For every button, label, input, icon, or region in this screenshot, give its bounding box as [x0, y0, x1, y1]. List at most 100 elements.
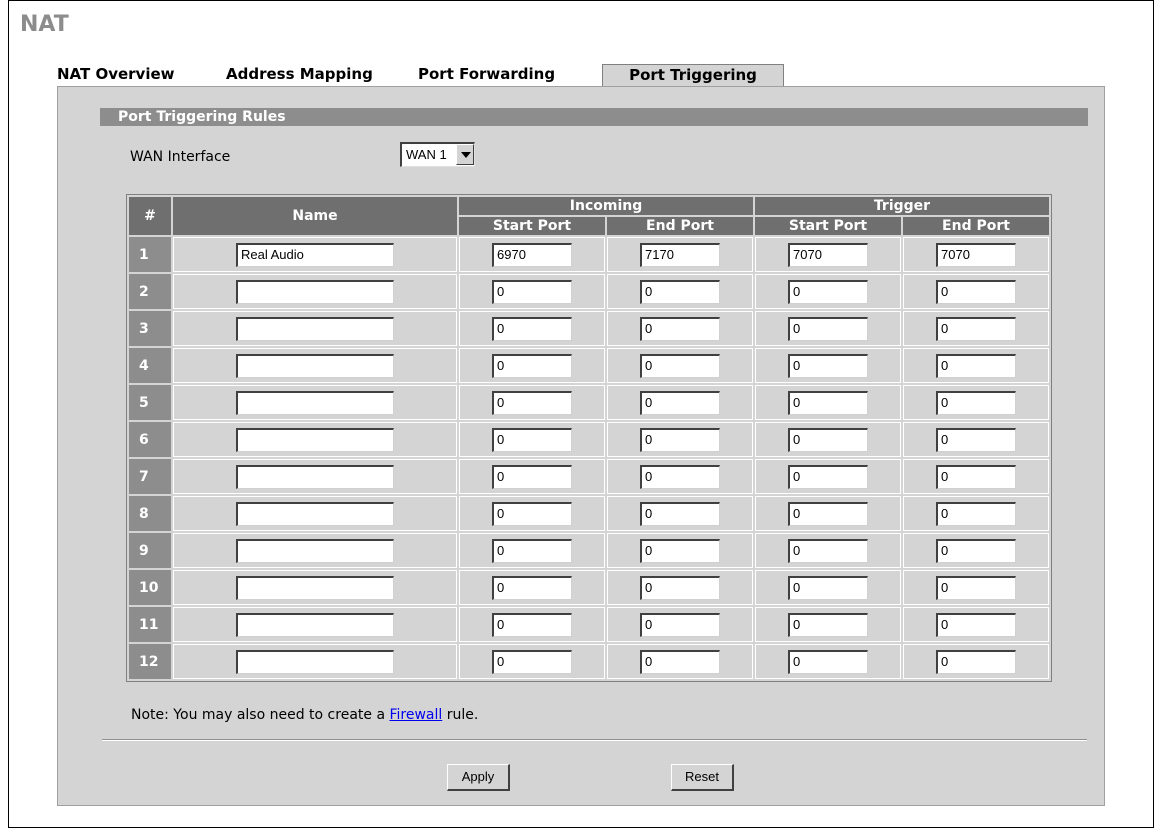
name-input[interactable] — [236, 353, 394, 378]
header-trigger-start-port: Start Port — [755, 217, 901, 235]
incoming-start-port-input[interactable]: 0 — [492, 501, 572, 526]
table-cell — [173, 348, 457, 383]
name-input[interactable] — [236, 501, 394, 526]
trigger-start-port-input[interactable]: 0 — [788, 501, 868, 526]
trigger-start-port-input[interactable]: 0 — [788, 353, 868, 378]
incoming-start-port-input[interactable]: 0 — [492, 538, 572, 563]
incoming-end-port-input[interactable]: 0 — [640, 649, 720, 674]
incoming-end-port-input[interactable]: 0 — [640, 279, 720, 304]
incoming-start-port-input[interactable]: 0 — [492, 279, 572, 304]
trigger-end-port-input[interactable]: 0 — [936, 538, 1016, 563]
trigger-end-port-input[interactable]: 0 — [936, 353, 1016, 378]
name-input[interactable] — [236, 316, 394, 341]
trigger-end-port-input[interactable]: 7070 — [936, 242, 1016, 267]
incoming-start-port-input[interactable]: 0 — [492, 427, 572, 452]
table-cell: 0 — [607, 311, 753, 346]
name-input[interactable] — [236, 612, 394, 637]
row-number: 5 — [129, 385, 171, 420]
firewall-link[interactable]: Firewall — [389, 707, 442, 723]
trigger-start-port-input[interactable]: 0 — [788, 390, 868, 415]
trigger-start-port-input[interactable]: 0 — [788, 279, 868, 304]
tab-nat-overview[interactable]: NAT Overview — [57, 64, 210, 86]
trigger-end-port-input[interactable]: 0 — [936, 649, 1016, 674]
incoming-start-port-input[interactable]: 0 — [492, 353, 572, 378]
table-cell: 0 — [755, 422, 901, 457]
header-name: Name — [173, 197, 457, 235]
table-cell: 0 — [755, 385, 901, 420]
table-cell: 0 — [459, 459, 605, 494]
trigger-end-port-input[interactable]: 0 — [936, 612, 1016, 637]
table-cell: 0 — [755, 496, 901, 531]
section-title: Port Triggering Rules — [100, 108, 1088, 126]
name-input[interactable] — [236, 390, 394, 415]
incoming-end-port-input[interactable]: 0 — [640, 464, 720, 489]
trigger-end-port-input[interactable]: 0 — [936, 427, 1016, 452]
incoming-start-port-input[interactable]: 0 — [492, 575, 572, 600]
table-cell — [173, 644, 457, 679]
trigger-start-port-input[interactable]: 7070 — [788, 242, 868, 267]
name-input[interactable] — [236, 427, 394, 452]
incoming-end-port-input[interactable]: 0 — [640, 427, 720, 452]
wan-interface-select[interactable]: WAN 1 — [400, 142, 475, 167]
row-number: 10 — [129, 570, 171, 605]
incoming-start-port-input[interactable]: 0 — [492, 464, 572, 489]
tab-address-mapping[interactable]: Address Mapping — [226, 64, 413, 86]
incoming-end-port-input[interactable]: 0 — [640, 390, 720, 415]
trigger-end-port-input[interactable]: 0 — [936, 501, 1016, 526]
incoming-end-port-input[interactable]: 0 — [640, 353, 720, 378]
name-input[interactable] — [236, 464, 394, 489]
header-incoming: Incoming — [459, 197, 753, 215]
row-number: 12 — [129, 644, 171, 679]
table-cell: 0 — [459, 496, 605, 531]
table-cell: 0 — [755, 348, 901, 383]
name-input[interactable] — [236, 279, 394, 304]
row-number: 4 — [129, 348, 171, 383]
incoming-start-port-input[interactable]: 6970 — [492, 242, 572, 267]
tab-port-triggering[interactable]: Port Triggering — [602, 64, 784, 86]
table-cell: 0 — [755, 459, 901, 494]
name-input[interactable] — [236, 538, 394, 563]
table-row: 8 0 0 0 0 — [129, 496, 1049, 531]
incoming-end-port-input[interactable]: 0 — [640, 612, 720, 637]
name-input[interactable] — [236, 575, 394, 600]
table-cell: 7170 — [607, 237, 753, 272]
apply-button[interactable]: Apply — [447, 764, 510, 791]
incoming-start-port-input[interactable]: 0 — [492, 612, 572, 637]
header-incoming-end-port: End Port — [607, 217, 753, 235]
incoming-end-port-input[interactable]: 0 — [640, 538, 720, 563]
trigger-end-port-input[interactable]: 0 — [936, 279, 1016, 304]
trigger-end-port-input[interactable]: 0 — [936, 316, 1016, 341]
chevron-down-icon[interactable] — [456, 144, 474, 165]
incoming-end-port-input[interactable]: 7170 — [640, 242, 720, 267]
table-cell: 0 — [903, 348, 1049, 383]
incoming-start-port-input[interactable]: 0 — [492, 649, 572, 674]
header-trigger: Trigger — [755, 197, 1049, 215]
incoming-start-port-input[interactable]: 0 — [492, 316, 572, 341]
reset-button[interactable]: Reset — [671, 764, 734, 791]
table-cell: 0 — [903, 607, 1049, 642]
trigger-start-port-input[interactable]: 0 — [788, 464, 868, 489]
tab-port-forwarding[interactable]: Port Forwarding — [418, 64, 590, 86]
trigger-start-port-input[interactable]: 0 — [788, 612, 868, 637]
table-cell: 7070 — [755, 237, 901, 272]
trigger-start-port-input[interactable]: 0 — [788, 538, 868, 563]
name-input[interactable] — [236, 649, 394, 674]
table-row: 5 0 0 0 0 — [129, 385, 1049, 420]
incoming-end-port-input[interactable]: 0 — [640, 501, 720, 526]
incoming-end-port-input[interactable]: 0 — [640, 316, 720, 341]
table-cell: 0 — [607, 348, 753, 383]
trigger-start-port-input[interactable]: 0 — [788, 649, 868, 674]
incoming-start-port-input[interactable]: 0 — [492, 390, 572, 415]
trigger-end-port-input[interactable]: 0 — [936, 464, 1016, 489]
incoming-end-port-input[interactable]: 0 — [640, 575, 720, 600]
trigger-start-port-input[interactable]: 0 — [788, 575, 868, 600]
table-cell: 0 — [607, 385, 753, 420]
content-panel: Port Triggering Rules WAN Interface WAN … — [57, 86, 1105, 806]
trigger-end-port-input[interactable]: 0 — [936, 575, 1016, 600]
trigger-end-port-input[interactable]: 0 — [936, 390, 1016, 415]
table-cell — [173, 422, 457, 457]
trigger-start-port-input[interactable]: 0 — [788, 427, 868, 452]
table-cell: 0 — [607, 644, 753, 679]
name-input[interactable]: Real Audio — [236, 242, 394, 267]
trigger-start-port-input[interactable]: 0 — [788, 316, 868, 341]
